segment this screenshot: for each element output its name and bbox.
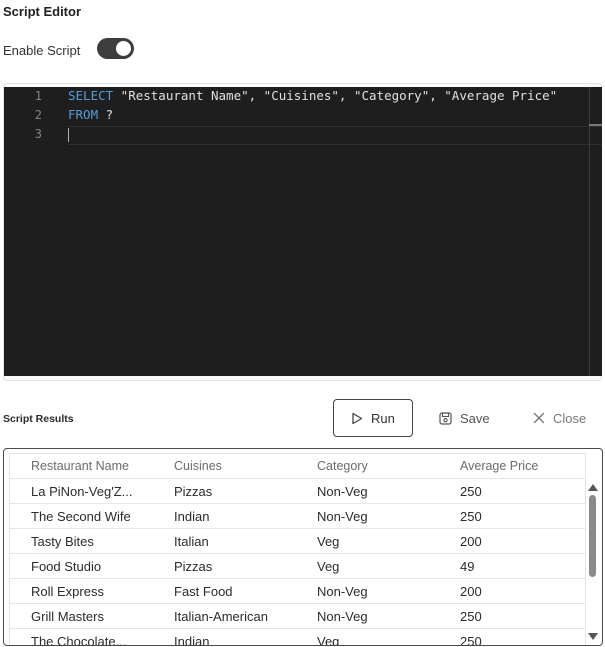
code-text: "Restaurant Name", "Cuisines", "Category… xyxy=(113,88,558,103)
table-row[interactable]: La PiNon-Veg'Z... Pizzas Non-Veg 250 xyxy=(10,479,585,504)
cell-cuisines: Italian xyxy=(174,534,209,549)
run-button[interactable]: Run xyxy=(333,399,413,437)
results-table-frame: Restaurant Name Cuisines Category Averag… xyxy=(3,448,603,646)
code-line: FROM ? xyxy=(68,107,113,122)
table-row[interactable]: The Second Wife Indian Non-Veg 250 xyxy=(10,504,585,529)
cell-average-price: 200 xyxy=(460,534,482,549)
cell-average-price: 250 xyxy=(460,609,482,624)
enable-script-toggle[interactable] xyxy=(97,38,134,59)
active-line-highlight xyxy=(68,126,602,145)
text-cursor xyxy=(68,128,69,142)
cell-restaurant-name: The Chocolate... xyxy=(31,634,127,645)
cell-cuisines: Italian-American xyxy=(174,609,268,624)
cell-restaurant-name: Roll Express xyxy=(31,584,104,599)
table-row[interactable]: Roll Express Fast Food Non-Veg 200 xyxy=(10,579,585,604)
script-editor-panel: Script Editor Enable Script 1 2 3 SELECT… xyxy=(0,0,605,647)
close-icon xyxy=(533,412,545,424)
toggle-knob xyxy=(116,41,131,56)
table-row[interactable]: Tasty Bites Italian Veg 200 xyxy=(10,529,585,554)
scrollbar-thumb[interactable] xyxy=(589,495,596,577)
scroll-up-arrow-icon[interactable] xyxy=(588,484,598,491)
column-header-cuisines[interactable]: Cuisines xyxy=(174,454,304,478)
play-icon xyxy=(351,412,363,425)
cell-average-price: 49 xyxy=(460,559,475,574)
cell-cuisines: Pizzas xyxy=(174,484,213,499)
cell-category: Non-Veg xyxy=(317,509,368,524)
cell-restaurant-name: Tasty Bites xyxy=(31,534,94,549)
cell-category: Veg xyxy=(317,559,340,574)
cell-restaurant-name: Food Studio xyxy=(31,559,102,574)
column-header-category[interactable]: Category xyxy=(317,454,447,478)
cell-category: Veg xyxy=(317,534,340,549)
cell-average-price: 250 xyxy=(460,484,482,499)
cell-restaurant-name: The Second Wife xyxy=(31,509,131,524)
table-row[interactable]: Food Studio Pizzas Veg 49 xyxy=(10,554,585,579)
save-button[interactable]: Save xyxy=(437,399,507,437)
results-scrollbar[interactable] xyxy=(587,482,599,642)
cell-cuisines: Fast Food xyxy=(174,584,233,599)
column-header-average-price[interactable]: Average Price xyxy=(460,454,580,478)
save-icon xyxy=(439,411,452,425)
scroll-down-arrow-icon[interactable] xyxy=(588,633,598,640)
cell-cuisines: Pizzas xyxy=(174,559,213,574)
line-number: 3 xyxy=(34,127,42,141)
close-button[interactable]: Close xyxy=(531,399,601,437)
column-header-restaurant-name[interactable]: Restaurant Name xyxy=(31,454,151,478)
code-line: SELECT "Restaurant Name", "Cuisines", "C… xyxy=(68,88,557,103)
enable-script-label: Enable Script xyxy=(3,43,81,58)
line-number-gutter: 1 2 3 xyxy=(4,87,54,376)
cell-category: Non-Veg xyxy=(317,609,368,624)
cell-average-price: 200 xyxy=(460,584,482,599)
save-button-label: Save xyxy=(460,410,490,426)
cell-category: Veg xyxy=(317,634,340,645)
cell-cuisines: Indian xyxy=(174,634,210,645)
code-text: ? xyxy=(98,107,114,122)
cell-restaurant-name: Grill Masters xyxy=(31,609,104,624)
editor-title: Script Editor xyxy=(3,4,82,19)
code-editor[interactable]: 1 2 3 SELECT "Restaurant Name", "Cuisine… xyxy=(4,87,602,376)
table-row[interactable]: Grill Masters Italian-American Non-Veg 2… xyxy=(10,604,585,629)
run-button-label: Run xyxy=(371,410,395,426)
cell-category: Non-Veg xyxy=(317,584,368,599)
editor-scrollbar-track[interactable] xyxy=(589,87,590,376)
cell-average-price: 250 xyxy=(460,634,482,645)
results-title: Script Results xyxy=(3,413,74,425)
table-row[interactable]: The Chocolate... Indian Veg 250 xyxy=(10,629,585,645)
line-number: 2 xyxy=(34,108,42,122)
cell-cuisines: Indian xyxy=(174,509,210,524)
line-number: 1 xyxy=(34,89,42,103)
cell-restaurant-name: La PiNon-Veg'Z... xyxy=(31,484,133,499)
sql-keyword: FROM xyxy=(68,107,99,122)
editor-scrollbar-marker xyxy=(589,124,602,126)
results-table: Restaurant Name Cuisines Category Averag… xyxy=(9,453,586,645)
sql-keyword: SELECT xyxy=(68,88,114,103)
cell-category: Non-Veg xyxy=(317,484,368,499)
table-header-row: Restaurant Name Cuisines Category Averag… xyxy=(10,454,585,479)
close-button-label: Close xyxy=(553,410,587,426)
cell-average-price: 250 xyxy=(460,509,482,524)
